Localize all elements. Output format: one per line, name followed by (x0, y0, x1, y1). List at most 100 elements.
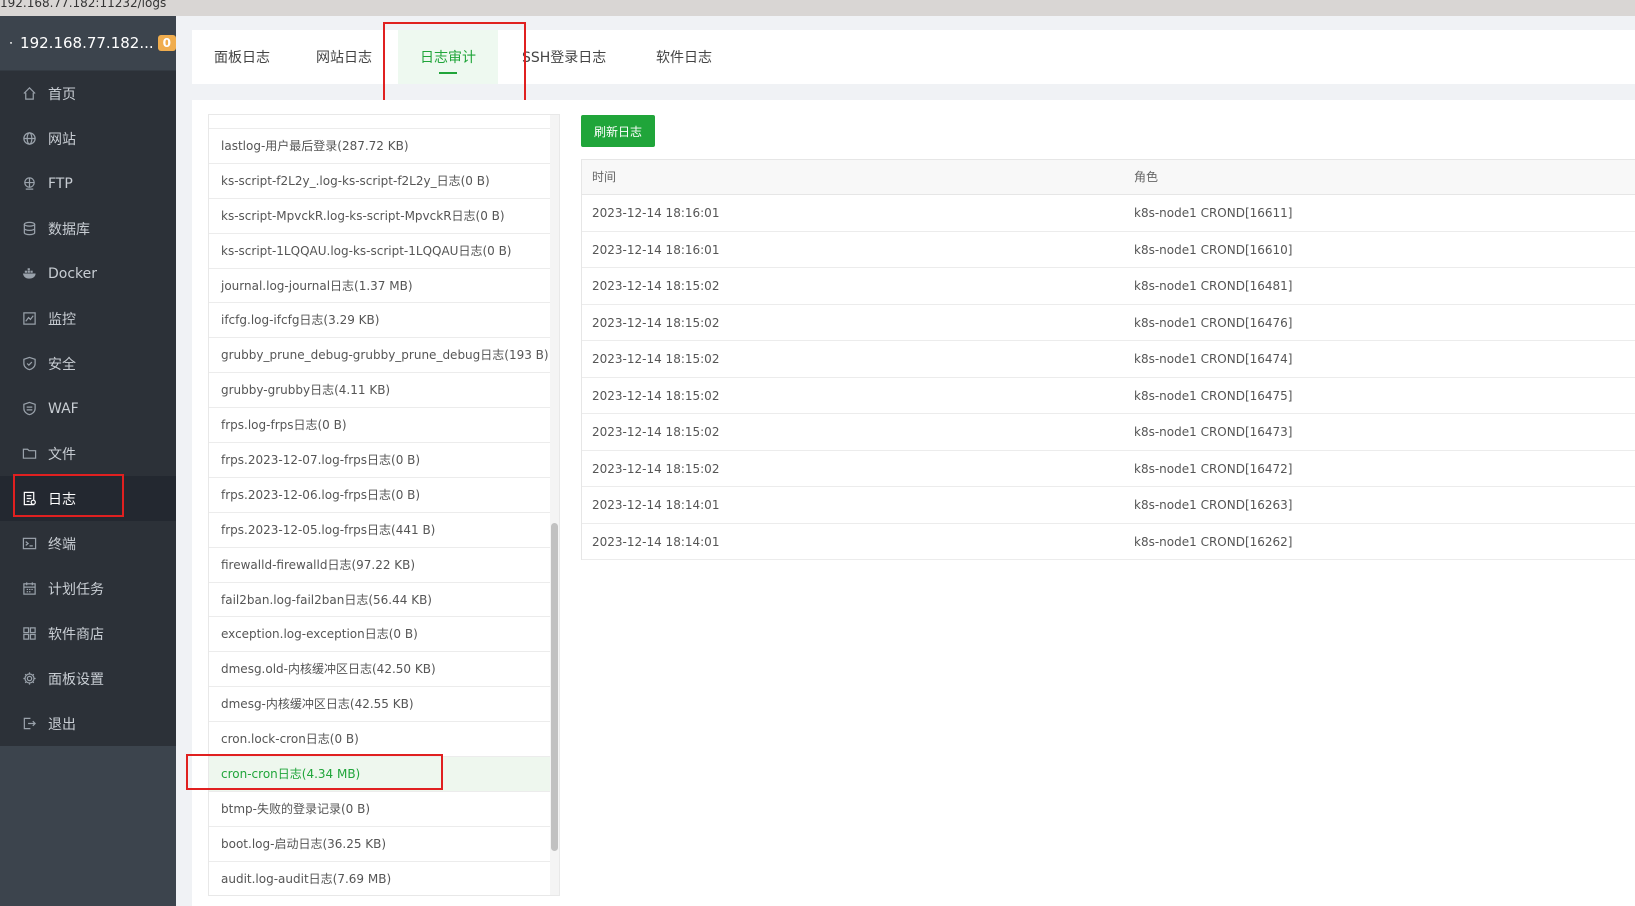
list-item[interactable]: fail2ban.log-fail2ban日志(56.44 KB) (209, 583, 552, 618)
sidebar-item-terminal[interactable]: 终端 (0, 521, 176, 566)
cell-time: 2023-12-14 18:15:02 (592, 461, 720, 476)
list-item[interactable]: ifcfg.log-ifcfg日志(3.29 KB) (209, 303, 552, 339)
cell-time: 2023-12-14 18:15:02 (592, 352, 720, 366)
sidebar-item-monitor[interactable]: 监控 (0, 296, 176, 341)
cell-role: k8s-node1 CROND[16473] (1134, 425, 1293, 439)
notification-badge[interactable]: 0 (157, 35, 176, 51)
docker-icon (21, 266, 37, 282)
table-row: 2023-12-14 18:15:02 k8s-node1 CROND[16475… (582, 378, 1635, 414)
scrollbar-thumb[interactable] (551, 523, 558, 851)
sidebar-item-logout[interactable]: 退出 (0, 701, 176, 746)
list-item[interactable]: exception.log-exception日志(0 B) (209, 617, 552, 653)
sidebar-item-database[interactable]: 数据库 (0, 206, 176, 251)
list-item[interactable]: dmesg-内核缓冲区日志(42.55 KB) (209, 687, 552, 723)
log-file-list[interactable]: lastlog-用户最后登录(287.72 KB) ks-script-f2L2… (208, 114, 560, 896)
sidebar-item-label: 监控 (48, 311, 76, 328)
log-file-items: lastlog-用户最后登录(287.72 KB) ks-script-f2L2… (209, 115, 552, 895)
folder-icon (21, 446, 37, 462)
list-item[interactable]: frps.2023-12-05.log-frps日志(441 B) (209, 513, 552, 548)
cell-role: k8s-node1 CROND[16474] (1134, 352, 1293, 366)
list-item[interactable]: audit.log-audit日志(7.69 MB) (209, 862, 552, 895)
tab-label: 日志审计 (420, 50, 476, 66)
tab-label: 面板日志 (214, 50, 270, 66)
cell-time: 2023-12-14 18:15:02 (592, 315, 720, 330)
table-row: 2023-12-14 18:15:02 k8s-node1 CROND[16473… (582, 414, 1635, 451)
list-item[interactable]: grubby-grubby日志(4.11 KB) (209, 373, 552, 409)
tab-label: 网站日志 (316, 50, 372, 66)
tab-software-log[interactable]: 软件日志 (656, 30, 712, 84)
sidebar-item-security[interactable]: 安全 (0, 341, 176, 386)
tab-ssh-login-log[interactable]: SSH登录日志 (522, 30, 606, 84)
sidebar-item-docker[interactable]: Docker (0, 251, 176, 296)
cell-role: k8s-node1 CROND[16476] (1134, 315, 1293, 330)
sidebar-item-files[interactable]: 文件 (0, 431, 176, 476)
sidebar-item-label: FTP (48, 175, 73, 192)
sidebar-item-label: Docker (48, 265, 98, 282)
logout-icon (21, 716, 37, 732)
list-item[interactable]: grubby_prune_debug-grubby_prune_debug日志(… (209, 338, 552, 374)
cell-time: 2023-12-14 18:16:01 (592, 242, 720, 257)
list-item[interactable]: frps.log-frps日志(0 B) (209, 408, 552, 444)
list-item[interactable]: lastlog-用户最后登录(287.72 KB) (209, 129, 552, 164)
cell-role: k8s-node1 CROND[16610] (1134, 242, 1293, 257)
list-item-selected[interactable]: cron-cron日志(4.34 MB) (209, 757, 552, 792)
sidebar-item-label: 首页 (48, 86, 76, 103)
refresh-log-button[interactable]: 刷新日志 (581, 115, 655, 147)
home-icon (21, 86, 37, 102)
table-row: 2023-12-14 18:15:02 k8s-node1 CROND[16474… (582, 341, 1635, 378)
list-item-partial (209, 115, 552, 129)
sidebar-item-label: 终端 (48, 536, 76, 553)
sidebar-item-home[interactable]: 首页 (0, 71, 176, 116)
monitor-icon (21, 311, 37, 327)
list-item[interactable]: frps.2023-12-07.log-frps日志(0 B) (209, 443, 552, 478)
file-list-scrollbar[interactable] (550, 115, 559, 895)
list-item[interactable]: ks-script-MpvckR.log-ks-script-MpvckR日志(… (209, 199, 552, 234)
app-grid-icon (21, 626, 37, 642)
table-row: 2023-12-14 18:15:02 k8s-node1 CROND[16481… (582, 268, 1635, 305)
tab-log-audit[interactable]: 日志审计 (398, 30, 498, 84)
sidebar-item-waf[interactable]: WAF (0, 386, 176, 431)
list-item[interactable]: frps.2023-12-06.log-frps日志(0 B) (209, 478, 552, 513)
cell-time: 2023-12-14 18:15:02 (592, 388, 720, 403)
cell-time: 2023-12-14 18:15:02 (592, 425, 720, 439)
list-item[interactable]: firewalld-firewalld日志(97.22 KB) (209, 548, 552, 583)
list-item[interactable]: ks-script-1LQQAU.log-ks-script-1LQQAU日志(… (209, 234, 552, 269)
sidebar-item-cron[interactable]: 计划任务 (0, 566, 176, 611)
list-item[interactable]: dmesg.old-内核缓冲区日志(42.50 KB) (209, 652, 552, 688)
sidebar-item-label: 安全 (48, 356, 76, 373)
list-item[interactable]: cron.lock-cron日志(0 B) (209, 722, 552, 758)
gear-icon (21, 671, 37, 687)
table-row: 2023-12-14 18:15:02 k8s-node1 CROND[16472… (582, 451, 1635, 487)
server-ip: 192.168.77.182... (20, 34, 154, 52)
globe-icon (21, 131, 37, 147)
server-header[interactable]: 192.168.77.182... 0 (0, 16, 176, 71)
column-header-time: 时间 (592, 170, 617, 184)
cell-time: 2023-12-14 18:14:01 (592, 534, 720, 549)
sidebar-item-label: 退出 (48, 716, 76, 733)
table-row: 2023-12-14 18:16:01 k8s-node1 CROND[16610… (582, 232, 1635, 268)
sidebar-item-website[interactable]: 网站 (0, 116, 176, 161)
shield-check-icon (21, 356, 37, 372)
sidebar-item-app-store[interactable]: 软件商店 (0, 611, 176, 656)
sidebar-item-settings[interactable]: 面板设置 (0, 656, 176, 701)
list-item[interactable]: journal.log-journal日志(1.37 MB) (209, 269, 552, 304)
cell-role: k8s-node1 CROND[16472] (1134, 461, 1293, 476)
sidebar-item-logs[interactable]: 日志 (0, 476, 176, 521)
sidebar-item-ftp[interactable]: FTP (0, 161, 176, 206)
tab-panel-log[interactable]: 面板日志 (214, 30, 270, 84)
table-row: 2023-12-14 18:16:01 k8s-node1 CROND[16611… (582, 195, 1635, 232)
list-item[interactable]: btmp-失败的登录记录(0 B) (209, 792, 552, 827)
list-item[interactable]: ks-script-f2L2y_.log-ks-script-f2L2y_日志(… (209, 164, 552, 199)
table-row: 2023-12-14 18:14:01 k8s-node1 CROND[16262… (582, 524, 1635, 560)
sidebar-item-label: 软件商店 (48, 626, 104, 643)
cell-time: 2023-12-14 18:16:01 (592, 206, 720, 220)
calendar-icon (21, 581, 37, 597)
tab-bar: 面板日志 网站日志 日志审计 SSH登录日志 软件日志 (192, 30, 1635, 84)
list-item[interactable]: boot.log-启动日志(36.25 KB) (209, 827, 552, 862)
tab-website-log[interactable]: 网站日志 (316, 30, 372, 84)
sidebar-item-label: WAF (48, 400, 79, 417)
cell-role: k8s-node1 CROND[16262] (1134, 534, 1293, 549)
tab-label: 软件日志 (656, 50, 712, 66)
log-icon (21, 491, 37, 507)
cell-time: 2023-12-14 18:14:01 (592, 498, 720, 512)
